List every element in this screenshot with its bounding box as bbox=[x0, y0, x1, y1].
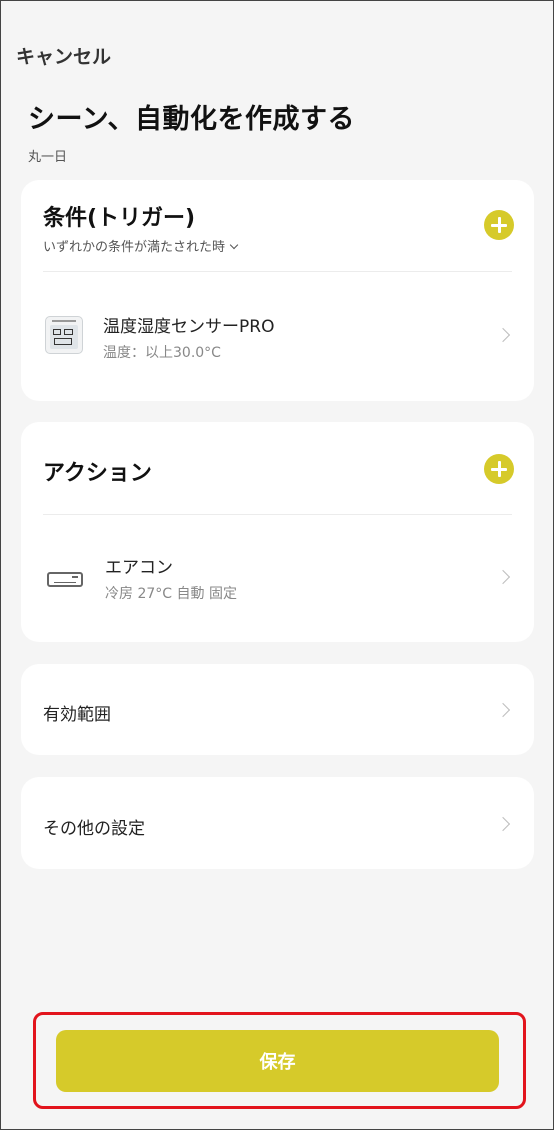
conditions-card: 条件(トリガー) いずれかの条件が満たされた時 温度湿度センサーPRO 温度：以… bbox=[21, 180, 534, 401]
cancel-button[interactable]: キャンセル bbox=[16, 42, 111, 69]
condition-detail: 温度：以上30.0°C bbox=[103, 345, 221, 361]
chevron-right-icon bbox=[495, 702, 511, 718]
action-detail: 冷房 27°C 自動 固定 bbox=[105, 586, 237, 602]
divider bbox=[43, 271, 512, 272]
chevron-right-icon bbox=[495, 569, 511, 585]
save-button[interactable]: 保存 bbox=[56, 1030, 499, 1092]
divider bbox=[43, 514, 512, 515]
other-settings-label: その他の設定 bbox=[43, 819, 145, 839]
schedule-subtitle: 丸一日 bbox=[28, 150, 68, 165]
condition-device-name: 温度湿度センサーPRO bbox=[103, 317, 275, 337]
actions-heading: アクション bbox=[43, 461, 152, 486]
add-action-button[interactable] bbox=[484, 454, 514, 484]
chevron-right-icon bbox=[495, 327, 511, 343]
add-condition-button[interactable] bbox=[484, 210, 514, 240]
scope-label: 有効範囲 bbox=[43, 705, 111, 725]
conditions-heading: 条件(トリガー) bbox=[43, 206, 196, 231]
page-title: シーン、自動化を作成する bbox=[28, 104, 356, 135]
chevron-down-icon bbox=[229, 240, 239, 250]
air-conditioner-icon bbox=[47, 572, 83, 587]
condition-mode-selector[interactable]: いずれかの条件が満たされた時 bbox=[43, 236, 239, 255]
condition-mode-label: いずれかの条件が満たされた時 bbox=[43, 240, 226, 255]
scope-row[interactable]: 有効範囲 bbox=[21, 664, 534, 755]
actions-card: アクション エアコン 冷房 27°C 自動 固定 bbox=[21, 422, 534, 642]
other-settings-row[interactable]: その他の設定 bbox=[21, 777, 534, 869]
chevron-right-icon bbox=[495, 816, 511, 832]
action-device-name: エアコン bbox=[105, 558, 173, 578]
temperature-sensor-icon bbox=[45, 316, 83, 354]
